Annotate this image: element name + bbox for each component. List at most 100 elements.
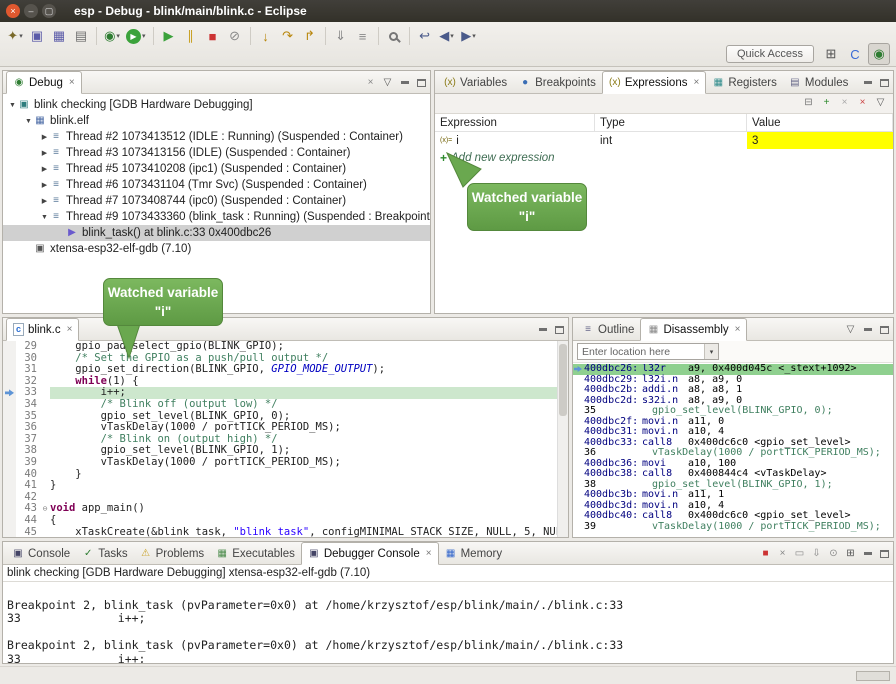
disassembly-line[interactable]: 400dbc26:l32ra9, 0x400d045c <_stext+1092… xyxy=(573,364,893,375)
maximize-view-button[interactable] xyxy=(551,321,568,338)
view-menu-button[interactable]: ▽ xyxy=(872,94,889,111)
expand-arrow-icon[interactable]: ▼ xyxy=(23,118,34,125)
cpp-perspective-button[interactable]: C xyxy=(844,43,866,65)
disassembly-line[interactable]: 35gpio_set_level(BLINK_GPIO, 0); xyxy=(573,406,893,417)
close-tab-icon[interactable]: × xyxy=(67,324,73,335)
editor-annotation-ruler[interactable] xyxy=(3,503,16,515)
terminate-button[interactable]: ■ xyxy=(202,25,224,47)
editor-annotation-ruler[interactable] xyxy=(3,434,16,446)
maximize-view-button[interactable] xyxy=(876,321,893,338)
debug-tree-row[interactable]: ▶≡Thread #2 1073413512 (IDLE : Running) … xyxy=(3,129,430,145)
expression-name-cell[interactable]: (x)=i xyxy=(435,132,595,149)
line-number[interactable]: 41 xyxy=(16,480,40,492)
debug-tree-row[interactable]: ▣xtensa-esp32-elf-gdb (7.10) xyxy=(3,241,430,257)
open-console-button[interactable]: ⊞ xyxy=(842,545,859,562)
minimize-view-button[interactable] xyxy=(859,74,876,91)
disassembly-line[interactable]: 39vTaskDelay(1000 / portTICK_PERIOD_MS); xyxy=(573,522,893,533)
remove-all-expressions-button[interactable]: × xyxy=(854,94,871,111)
run-button[interactable]: ▶▾ xyxy=(123,25,149,47)
expand-arrow-icon[interactable]: ▶ xyxy=(39,197,50,205)
editor-annotation-ruler[interactable] xyxy=(3,411,16,423)
editor-annotation-ruler[interactable] xyxy=(3,457,16,469)
editor-annotation-ruler[interactable] xyxy=(3,480,16,492)
disassembly-line[interactable]: 400dbc40:call80x400dc6c0 <gpio_set_level… xyxy=(573,511,893,522)
tab-modules[interactable]: ▤Modules xyxy=(783,73,854,93)
code-line[interactable]: /* Blink off (output low) */ xyxy=(50,399,557,411)
remove-launch-button[interactable]: × xyxy=(774,545,791,562)
minimize-view-button[interactable] xyxy=(534,321,551,338)
expression-row[interactable]: (x)=iint3 xyxy=(435,132,893,149)
expand-arrow-icon[interactable]: ▶ xyxy=(39,165,50,173)
debug-tree-row[interactable]: ▶blink_task() at blink.c:33 0x400dbc26 xyxy=(3,225,430,241)
save-all-button[interactable]: ▦ xyxy=(48,25,70,47)
editor-line[interactable]: 43⊖void app_main() xyxy=(3,503,557,515)
debug-tree-row[interactable]: ▶≡Thread #3 1073413156 (IDLE) (Suspended… xyxy=(3,145,430,161)
tab-variables[interactable]: (x)Variables xyxy=(438,73,513,93)
tab-expressions[interactable]: (x)Expressions× xyxy=(602,71,706,94)
editor-line[interactable]: 45 xTaskCreate(&blink_task, "blink_task"… xyxy=(3,527,557,538)
line-number[interactable]: 36 xyxy=(16,422,40,434)
suspend-button[interactable]: ∥ xyxy=(180,25,202,47)
minimize-view-button[interactable] xyxy=(396,74,413,91)
tab-tasks[interactable]: ✓Tasks xyxy=(76,544,133,564)
view-menu-button[interactable]: ▽ xyxy=(842,321,859,338)
disassembly-location-input[interactable]: Enter location here ▾ xyxy=(577,343,719,360)
collapse-all-button[interactable]: ⊟ xyxy=(800,94,817,111)
save-button[interactable]: ▣ xyxy=(26,25,48,47)
tab-debugger-console[interactable]: ▣Debugger Console× xyxy=(301,542,439,565)
expression-value-cell[interactable]: 3 xyxy=(747,132,893,149)
open-perspective-button[interactable]: ⊞ xyxy=(820,43,842,65)
close-button[interactable]: × xyxy=(6,4,20,18)
tab-blink-c[interactable]: cblink.c× xyxy=(6,318,79,341)
line-number[interactable]: 34 xyxy=(16,399,40,411)
code-line[interactable]: } xyxy=(50,480,557,492)
editor-annotation-ruler[interactable] xyxy=(3,422,16,434)
expand-arrow-icon[interactable]: ▼ xyxy=(7,102,18,109)
editor-vertical-scrollbar[interactable] xyxy=(557,341,568,537)
debug-tree-row[interactable]: ▶≡Thread #6 1073431104 (Tmr Svc) (Suspen… xyxy=(3,177,430,193)
add-expression-row[interactable]: +Add new expression xyxy=(435,149,893,166)
debug-tree-row[interactable]: ▶≡Thread #5 1073410208 (ipc1) (Suspended… xyxy=(3,161,430,177)
combo-dropdown-icon[interactable]: ▾ xyxy=(704,344,718,359)
close-tab-icon[interactable]: × xyxy=(693,77,699,88)
editor-annotation-ruler[interactable] xyxy=(3,469,16,481)
new-wizard-button[interactable]: ✦▾ xyxy=(4,25,26,47)
code-line[interactable]: xTaskCreate(&blink_task, "blink_task", c… xyxy=(50,527,557,538)
step-over-button[interactable]: ↷ xyxy=(277,25,299,47)
debug-tree-row[interactable]: ▼▦blink.elf xyxy=(3,113,430,129)
debug-button[interactable]: ◉▾ xyxy=(101,25,123,47)
close-tab-icon[interactable]: × xyxy=(735,324,741,335)
search-button[interactable] xyxy=(383,25,405,47)
terminate-console-button[interactable]: ■ xyxy=(757,545,774,562)
print-button[interactable]: ▤ xyxy=(70,25,92,47)
disconnect-button[interactable]: ⊘ xyxy=(224,25,246,47)
editor-annotation-ruler[interactable] xyxy=(3,445,16,457)
editor-line[interactable]: 40 } xyxy=(3,469,557,481)
clear-console-button[interactable]: ▭ xyxy=(791,545,808,562)
step-return-button[interactable]: ↱ xyxy=(299,25,321,47)
editor-annotation-ruler[interactable] xyxy=(3,387,16,399)
resume-button[interactable]: ▶ xyxy=(158,25,180,47)
code-line[interactable]: vTaskDelay(1000 / portTICK_PERIOD_MS); xyxy=(50,457,557,469)
last-edit-location-button[interactable]: ↩ xyxy=(414,25,436,47)
remove-all-terminated-button[interactable]: × xyxy=(362,74,379,91)
code-line[interactable]: void app_main() xyxy=(50,503,557,515)
maximize-button[interactable]: ▢ xyxy=(42,4,56,18)
disassembly-line[interactable]: 400dbc38:call80x400844c4 <vTaskDelay> xyxy=(573,469,893,480)
close-tab-icon[interactable]: × xyxy=(426,548,432,559)
editor-line[interactable]: 34 /* Blink off (output low) */ xyxy=(3,399,557,411)
tab-debug[interactable]: ◉Debug× xyxy=(6,71,82,94)
editor-annotation-ruler[interactable] xyxy=(3,341,16,353)
view-menu-button[interactable]: ▽ xyxy=(379,74,396,91)
instruction-stepping-button[interactable]: ≡ xyxy=(352,25,374,47)
back-button[interactable]: ◀▾ xyxy=(436,25,458,47)
column-header-value[interactable]: Value xyxy=(747,114,893,131)
debug-tree-row[interactable]: ▼≡Thread #9 1073433360 (blink_task : Run… xyxy=(3,209,430,225)
remove-selected-expressions-button[interactable]: × xyxy=(836,94,853,111)
editor-annotation-ruler[interactable] xyxy=(3,399,16,411)
line-number[interactable]: 29 xyxy=(16,341,40,353)
tab-disassembly[interactable]: ▦Disassembly× xyxy=(640,318,747,341)
column-header-type[interactable]: Type xyxy=(595,114,747,131)
editor-line[interactable]: 39 vTaskDelay(1000 / portTICK_PERIOD_MS)… xyxy=(3,457,557,469)
disassembly-line[interactable]: 400dbc2b:addi.na8, a8, 1 xyxy=(573,385,893,396)
